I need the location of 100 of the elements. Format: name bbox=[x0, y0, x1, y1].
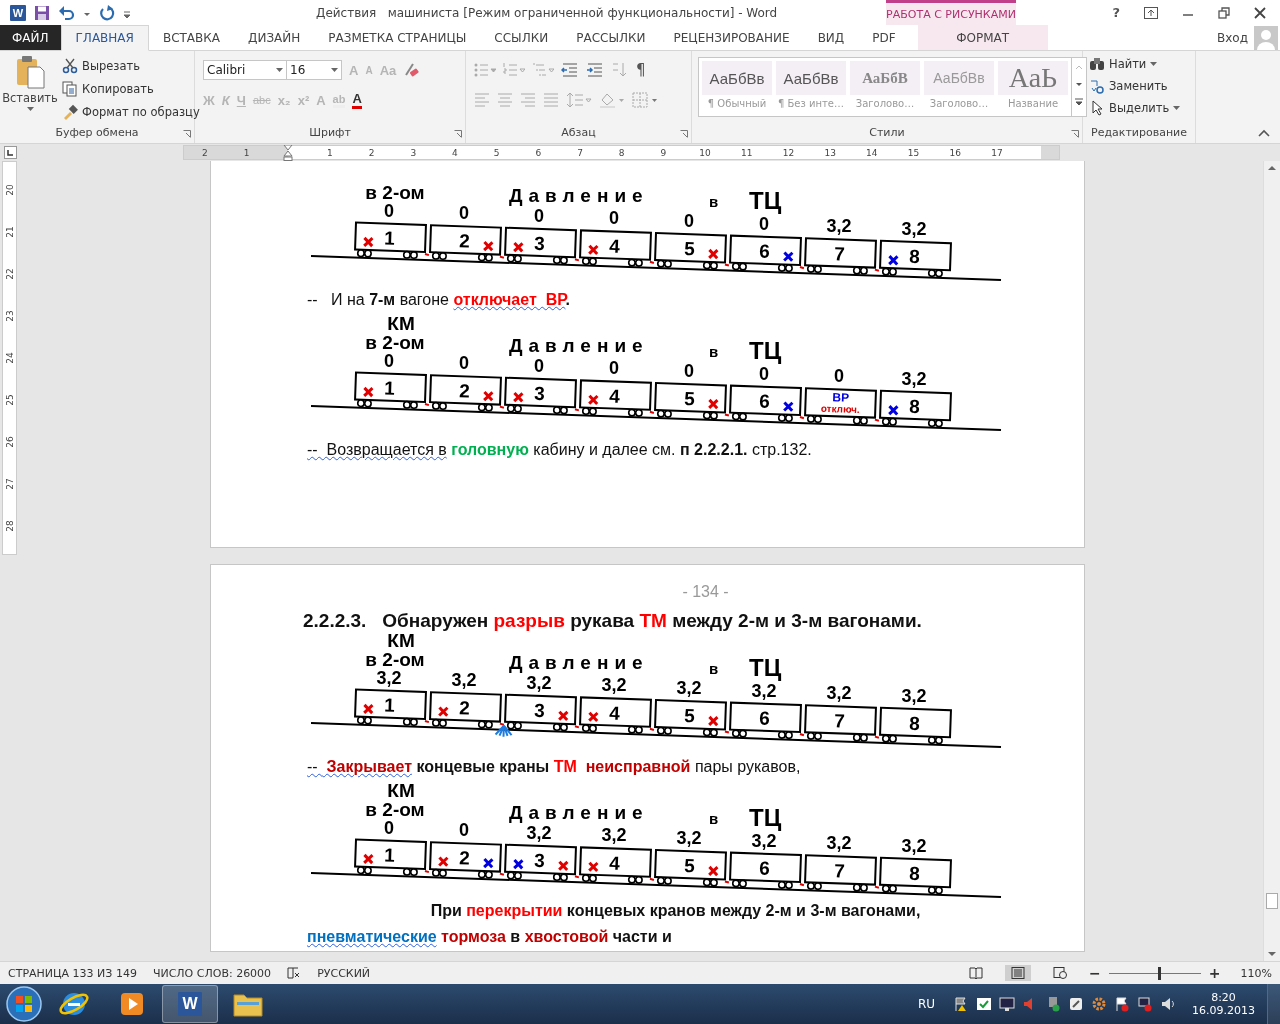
vertical-ruler[interactable]: 20 21 22 23 24 25 26 27 28 bbox=[2, 161, 17, 555]
pressure-value: 3,2 bbox=[676, 828, 702, 848]
dialog-launcher-icon[interactable] bbox=[1071, 130, 1079, 138]
diagram-label: КМ bbox=[387, 314, 415, 334]
language-indicator[interactable]: РУССКИЙ bbox=[317, 966, 371, 980]
format-painter-button[interactable]: Формат по образцу bbox=[62, 102, 200, 122]
wagon-number: 4 bbox=[608, 852, 621, 874]
ribbon-tab[interactable]: PDF bbox=[858, 25, 910, 50]
ruler-number: 7 bbox=[577, 147, 583, 158]
find-button[interactable]: Найти bbox=[1089, 54, 1189, 74]
font-button[interactable]: A bbox=[352, 91, 362, 109]
zoom-slider-thumb[interactable] bbox=[1158, 966, 1162, 980]
monitor-icon[interactable] bbox=[999, 996, 1015, 1012]
ribbon-tab[interactable]: ГЛАВНАЯ bbox=[60, 25, 149, 51]
start-button[interactable] bbox=[4, 984, 44, 1024]
font-name-field[interactable]: Calibri bbox=[203, 60, 287, 80]
caret-icon bbox=[1150, 61, 1158, 67]
close-icon[interactable] bbox=[1254, 6, 1266, 19]
decrease-indent-icon[interactable] bbox=[561, 62, 579, 78]
collapse-ribbon-icon[interactable] bbox=[1258, 129, 1270, 137]
input-language[interactable]: RU bbox=[917, 997, 935, 1011]
pressure-value: 0 bbox=[384, 817, 394, 838]
restore-icon[interactable] bbox=[1218, 6, 1230, 19]
warning-flag-icon[interactable] bbox=[953, 996, 969, 1012]
clock-date[interactable]: 16.09.2013 bbox=[1192, 1004, 1255, 1017]
caret-icon bbox=[26, 107, 34, 112]
cut-button[interactable]: Вырезать bbox=[62, 56, 200, 76]
zoom-out-button[interactable]: − bbox=[1089, 965, 1101, 981]
dialog-launcher-icon[interactable] bbox=[454, 130, 462, 138]
vertical-scrollbar[interactable] bbox=[1263, 161, 1280, 961]
gear-icon[interactable] bbox=[1091, 996, 1107, 1012]
wagon-number: 5 bbox=[683, 705, 696, 727]
sign-in-link[interactable]: Вход bbox=[1217, 25, 1254, 50]
ribbon-tab[interactable]: РАЗМЕТКА СТРАНИЦЫ bbox=[314, 25, 481, 50]
word-count[interactable]: ЧИСЛО СЛОВ: 26000 bbox=[152, 966, 272, 980]
wagon-number: 6 bbox=[758, 390, 771, 412]
diagram-title: в bbox=[709, 343, 719, 360]
ruler-number: 20 bbox=[4, 184, 15, 196]
show-marks-button[interactable]: ¶ bbox=[636, 61, 646, 79]
paragraph: -- И на 7-м вагоне отключает ВР. bbox=[307, 290, 571, 310]
ribbon-tab[interactable]: ССЫЛКИ bbox=[480, 25, 563, 50]
font-size-field[interactable]: 16 bbox=[286, 60, 342, 80]
pressure-value: 0 bbox=[459, 203, 469, 224]
network-icon[interactable] bbox=[1137, 996, 1153, 1012]
word-logo-icon[interactable]: W bbox=[10, 4, 26, 21]
ruler-number: 2 bbox=[201, 147, 208, 158]
redo-icon[interactable] bbox=[99, 4, 115, 21]
clear-formatting-icon[interactable] bbox=[403, 62, 420, 78]
clipboard-icon bbox=[15, 55, 45, 89]
clock-time[interactable]: 8:20 bbox=[1211, 991, 1236, 1004]
ruler-number: 13 bbox=[824, 147, 836, 158]
wagon-number: 1 bbox=[383, 227, 396, 249]
wagon-number: 1 bbox=[383, 694, 396, 716]
taskbar-button[interactable]: W bbox=[162, 985, 218, 1023]
pressure-value: 0 bbox=[684, 361, 694, 381]
diagram-title: Давление bbox=[509, 652, 649, 673]
multilevel-list-icon[interactable] bbox=[532, 62, 554, 78]
ribbon-tab[interactable]: ДИЗАЙН bbox=[234, 25, 315, 50]
tab-selector-icon[interactable] bbox=[4, 146, 17, 159]
horizontal-ruler[interactable]: 2 1 1 2 3 4 5 6 7 8 9 10 11 12 13 14 15 16 17 bbox=[183, 145, 1060, 160]
help-button[interactable]: ? bbox=[1112, 5, 1120, 20]
undo-icon[interactable] bbox=[58, 4, 76, 21]
ribbon-tab[interactable]: ФАЙЛ bbox=[0, 25, 61, 50]
wagon-number: 2 bbox=[458, 230, 471, 252]
select-button[interactable]: Выделить bbox=[1089, 98, 1189, 118]
diagram-title: Давление bbox=[509, 185, 649, 206]
ribbon-tab[interactable]: ВСТАВКА bbox=[148, 25, 235, 50]
ribbon-tab[interactable]: РАССЫЛКИ bbox=[562, 25, 660, 50]
ruler-number: 9 bbox=[660, 147, 667, 158]
wagon-number: 3 bbox=[533, 699, 546, 722]
ribbon-display-icon[interactable] bbox=[1144, 6, 1158, 19]
action-center-flag-icon[interactable] bbox=[1114, 996, 1130, 1012]
section-heading: 2.2.2.3. Обнаружен разрыв рукава ТМ между 2-м и 3-м вагонами. bbox=[303, 611, 923, 631]
increase-indent-icon[interactable] bbox=[586, 62, 604, 78]
view-button[interactable] bbox=[1005, 965, 1032, 981]
ribbon-tab[interactable]: ВИД bbox=[803, 25, 859, 50]
ribbon-tab[interactable]: РЕЦЕНЗИРОВАНИЕ bbox=[659, 25, 804, 50]
replace-button[interactable]: Заменить bbox=[1089, 76, 1189, 96]
zoom-level[interactable]: 110% bbox=[1240, 966, 1272, 980]
ribbon-tab[interactable]: ФОРМАТ bbox=[917, 25, 1048, 50]
indent-marker-icon[interactable] bbox=[283, 144, 294, 161]
dialog-launcher-icon[interactable] bbox=[183, 130, 191, 138]
paste-button[interactable]: Вставить bbox=[4, 55, 56, 126]
shield-check-icon[interactable] bbox=[976, 996, 992, 1012]
page-count[interactable]: СТРАНИЦА 133 ИЗ 149 bbox=[8, 966, 137, 980]
copy-button[interactable]: Копировать bbox=[62, 79, 200, 99]
save-icon[interactable] bbox=[34, 4, 50, 21]
dialog-launcher-icon[interactable] bbox=[680, 130, 688, 138]
zoom-in-button[interactable]: + bbox=[1208, 965, 1221, 981]
pressure-value: 3,2 bbox=[826, 833, 852, 854]
proofing-icon[interactable] bbox=[287, 966, 302, 980]
diagram-label: КМ bbox=[387, 781, 415, 801]
ruler-number: 1 bbox=[327, 147, 333, 158]
scroll-thumb[interactable] bbox=[1266, 893, 1278, 909]
volume-icon[interactable] bbox=[1160, 996, 1176, 1012]
wagon-number: 8 bbox=[908, 712, 921, 735]
ruler-number: 16 bbox=[949, 147, 961, 158]
diagram-title: ТЦ bbox=[749, 187, 782, 214]
wagon-note: ВР bbox=[832, 390, 850, 405]
network-drive-icon[interactable] bbox=[1068, 996, 1084, 1012]
